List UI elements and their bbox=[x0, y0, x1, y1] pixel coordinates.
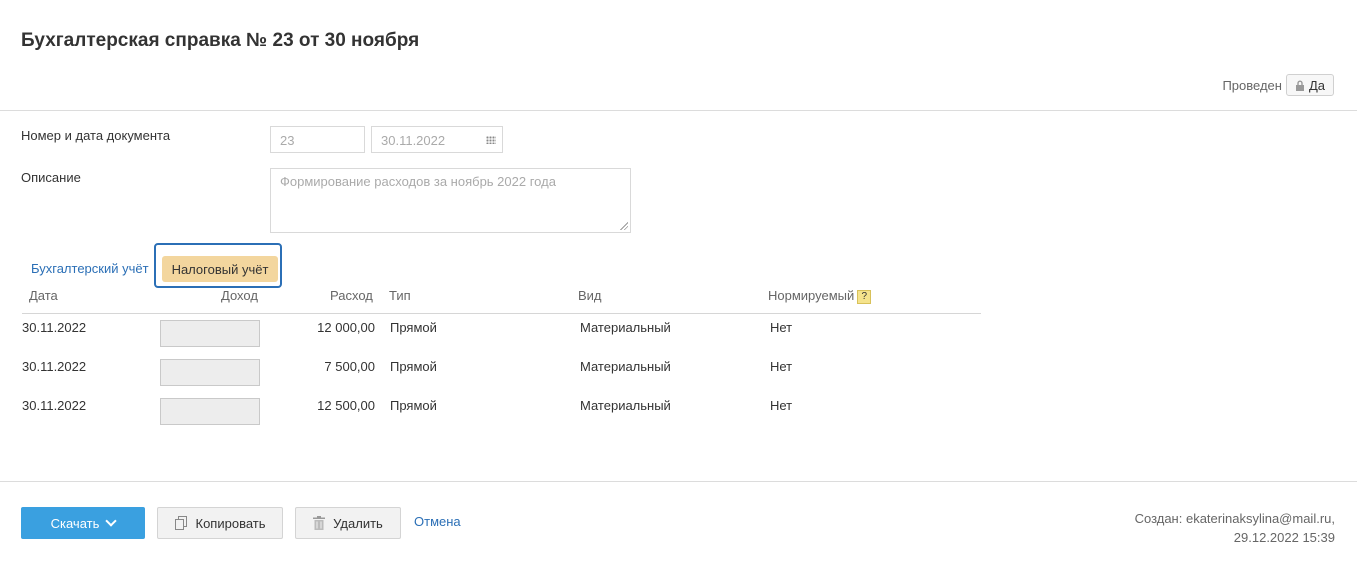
resize-handle[interactable] bbox=[620, 222, 628, 230]
row-1-kind: Материальный bbox=[580, 320, 671, 335]
row-1-date: 30.11.2022 bbox=[22, 320, 87, 335]
posted-status: Проведен Да bbox=[1222, 74, 1334, 96]
row-2-expense: 7 500,00 bbox=[324, 359, 375, 374]
delete-label: Удалить bbox=[333, 515, 383, 531]
copy-icon bbox=[174, 516, 187, 530]
row-3-kind: Материальный bbox=[580, 398, 671, 413]
help-icon[interactable]: ? bbox=[857, 289, 872, 304]
chevron-down-icon bbox=[105, 515, 118, 527]
copy-button[interactable]: Копировать bbox=[157, 507, 283, 539]
description-textarea[interactable]: Формирование расходов за ноябрь 2022 год… bbox=[270, 168, 631, 233]
column-header-normed: Нормируемый? bbox=[768, 288, 872, 304]
column-header-kind: Вид bbox=[578, 288, 602, 303]
trash-icon bbox=[313, 516, 326, 530]
row-1-normed: Нет bbox=[770, 320, 793, 335]
delete-button[interactable]: Удалить bbox=[295, 507, 401, 539]
column-header-normed-label: Нормируемый bbox=[768, 288, 855, 303]
cancel-link[interactable]: Отмена bbox=[414, 514, 461, 529]
download-label: Скачать bbox=[50, 515, 100, 531]
footer-divider bbox=[0, 481, 1357, 482]
tab-tax[interactable]: Налоговый учёт bbox=[162, 256, 278, 282]
doc-date-field[interactable]: 30.11.2022 bbox=[371, 126, 503, 153]
column-header-date: Дата bbox=[29, 288, 58, 303]
row-2-kind: Материальный bbox=[580, 359, 671, 374]
posted-label: Проведен bbox=[1222, 77, 1282, 93]
row-2-normed: Нет bbox=[770, 359, 793, 374]
column-header-expense: Расход bbox=[330, 288, 373, 303]
row-2-type: Прямой bbox=[390, 359, 437, 374]
doc-date-value: 30.11.2022 bbox=[381, 133, 446, 148]
posted-toggle[interactable]: Да bbox=[1285, 74, 1334, 96]
row-1-expense: 12 000,00 bbox=[317, 320, 375, 335]
posted-value: Да bbox=[1308, 77, 1325, 93]
row-3-normed: Нет bbox=[770, 398, 793, 413]
doc-number-value: 23 bbox=[280, 133, 295, 148]
column-header-income: Доход bbox=[221, 288, 258, 303]
row-3-date: 30.11.2022 bbox=[22, 398, 87, 413]
page-title: Бухгалтерская справка № 23 от 30 ноября bbox=[21, 30, 420, 51]
row-2-date: 30.11.2022 bbox=[22, 359, 87, 374]
tab-tax-label: Налоговый учёт bbox=[171, 261, 269, 277]
download-button[interactable]: Скачать bbox=[21, 507, 145, 539]
row-3-income-field[interactable] bbox=[160, 398, 260, 425]
doc-number-field[interactable]: 23 bbox=[270, 126, 365, 153]
tab-accounting[interactable]: Бухгалтерский учёт bbox=[31, 261, 149, 276]
created-author: Создан: ekaterinaksylina@mail.ru, bbox=[1134, 511, 1335, 526]
column-header-type: Тип bbox=[389, 288, 411, 303]
row-3-type: Прямой bbox=[390, 398, 437, 413]
description-value: Формирование расходов за ноябрь 2022 год… bbox=[280, 174, 556, 189]
header-divider bbox=[0, 110, 1357, 111]
doc-number-date-label: Номер и дата документа bbox=[21, 128, 171, 143]
lock-icon bbox=[1295, 80, 1304, 91]
copy-label: Копировать bbox=[195, 515, 266, 531]
description-label: Описание bbox=[21, 170, 81, 185]
created-datetime: 29.12.2022 15:39 bbox=[1233, 530, 1335, 545]
created-info: Создан: ekaterinaksylina@mail.ru, 29.12.… bbox=[1135, 509, 1335, 547]
row-1-income-field[interactable] bbox=[160, 320, 260, 347]
calendar-icon[interactable] bbox=[486, 136, 496, 144]
row-3-expense: 12 500,00 bbox=[317, 398, 375, 413]
row-1-type: Прямой bbox=[390, 320, 437, 335]
table-header-divider bbox=[22, 313, 981, 314]
row-2-income-field[interactable] bbox=[160, 359, 260, 386]
